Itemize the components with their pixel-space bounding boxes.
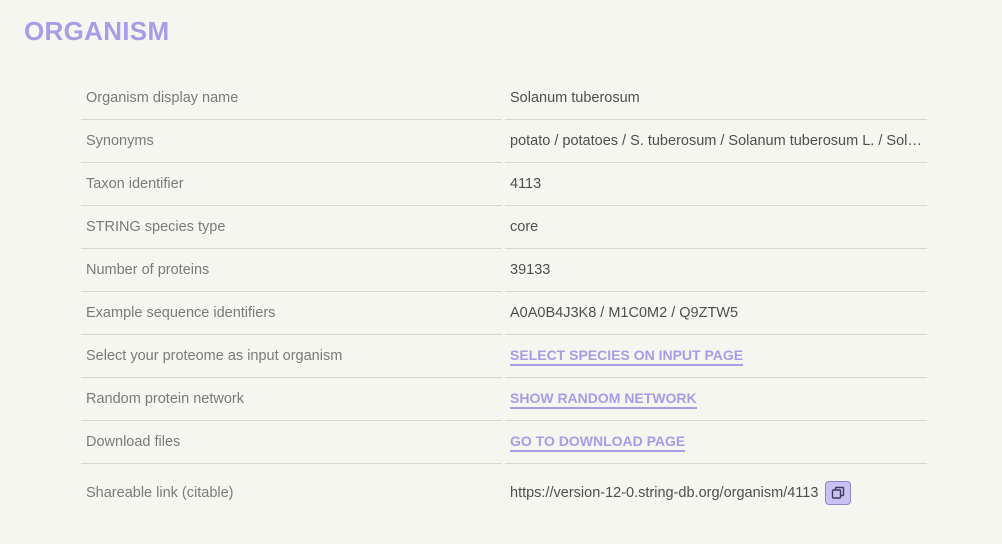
row-label: Synonyms: [81, 120, 502, 163]
section-title: ORGANISM: [24, 16, 170, 46]
show-random-network-link[interactable]: SHOW RANDOM NETWORK: [510, 390, 697, 409]
table-row: Synonyms potato / potatoes / S. tuberosu…: [81, 120, 927, 163]
copy-link-button[interactable]: [825, 481, 852, 505]
table-row: Number of proteins 39133: [81, 249, 927, 292]
row-label: Select your proteome as input organism: [81, 335, 502, 378]
row-label: Organism display name: [81, 77, 502, 120]
row-label: Random protein network: [81, 378, 502, 421]
row-label: Download files: [81, 421, 502, 464]
synonyms-text: potato / potatoes / S. tuberosum / Solan…: [510, 133, 927, 149]
table-row: Random protein network SHOW RANDOM NETWO…: [81, 378, 927, 421]
species-type-value: core: [505, 206, 927, 249]
table-row: Shareable link (citable) https://version…: [81, 464, 927, 522]
table-row: Download files GO TO DOWNLOAD PAGE: [81, 421, 927, 464]
taxon-identifier-value: 4113: [505, 163, 927, 206]
table-row: Taxon identifier 4113: [81, 163, 927, 206]
select-species-link[interactable]: SELECT SPECIES ON INPUT PAGE: [510, 347, 744, 366]
row-label: Shareable link (citable): [86, 485, 234, 501]
table-row: Select your proteome as input organism S…: [81, 335, 927, 378]
shareable-link-text[interactable]: https://version-12-0.string-db.org/organ…: [510, 485, 818, 501]
copy-icon: [831, 486, 845, 500]
download-page-link[interactable]: GO TO DOWNLOAD PAGE: [510, 433, 686, 452]
protein-count-value: 39133: [505, 249, 927, 292]
table-row: Organism display name Solanum tuberosum: [81, 77, 927, 120]
synonyms-value: potato / potatoes / S. tuberosum / Solan…: [505, 120, 927, 163]
row-label: Number of proteins: [81, 249, 502, 292]
table-row: Example sequence identifiers A0A0B4J3K8 …: [81, 292, 927, 335]
row-label: Example sequence identifiers: [81, 292, 502, 335]
organism-display-name-value: Solanum tuberosum: [505, 77, 927, 120]
row-label: Taxon identifier: [81, 163, 502, 206]
row-label: STRING species type: [81, 206, 502, 249]
table-row: STRING species type core: [81, 206, 927, 249]
organism-info-table: Organism display name Solanum tuberosum …: [81, 77, 927, 522]
example-identifiers-value: A0A0B4J3K8 / M1C0M2 / Q9ZTW5: [505, 292, 927, 335]
